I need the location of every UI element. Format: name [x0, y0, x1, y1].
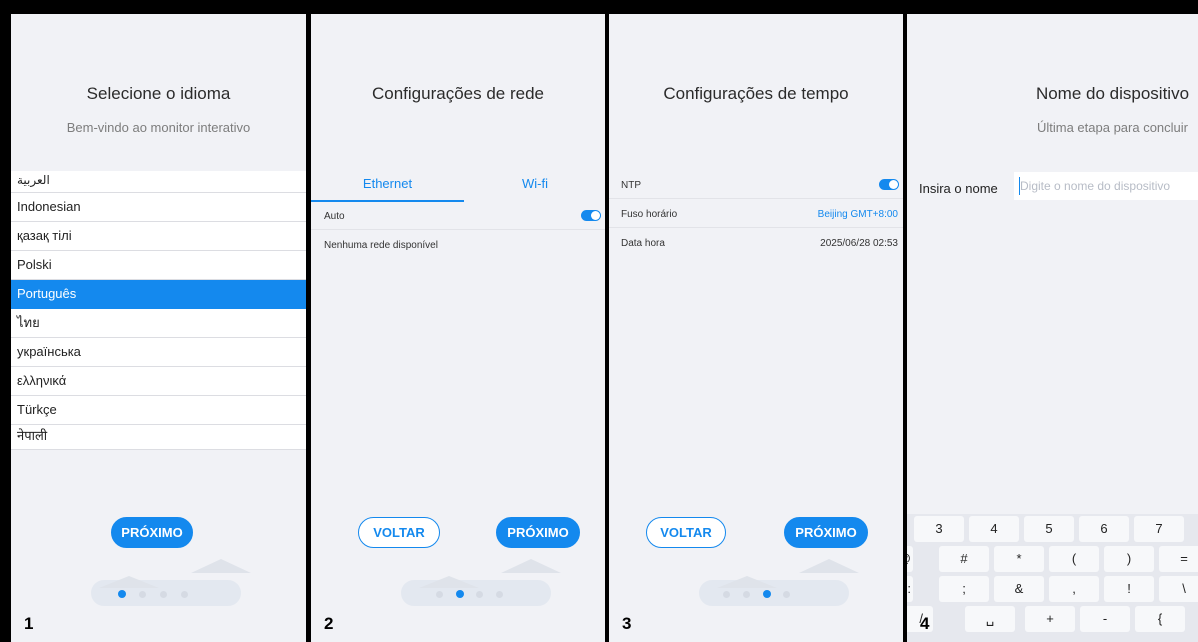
auto-row: Auto [311, 202, 605, 230]
step-dot [436, 591, 443, 598]
timezone-value[interactable]: Beijing GMT+8:00 [818, 209, 898, 220]
key[interactable]: 7 [1134, 516, 1184, 542]
key[interactable]: , [1049, 576, 1099, 602]
language-item-portuguese[interactable]: Português [11, 280, 306, 309]
language-item-indonesian[interactable]: Indonesian [11, 193, 306, 222]
key[interactable]: 6 [1079, 516, 1129, 542]
page-title: Nome do dispositivo [1035, 84, 1190, 103]
key[interactable]: 4 [969, 516, 1019, 542]
language-list: العربية Indonesian қазақ тілі Polski Por… [11, 171, 306, 450]
step-dot-active [118, 590, 126, 598]
device-name-panel: Nome do dispositivo Última etapa para co… [907, 14, 1198, 642]
mountain-decoration [99, 576, 159, 588]
language-item-arabic[interactable]: العربية [11, 171, 306, 193]
step-number: 4 [920, 614, 930, 633]
mountain-decoration [419, 576, 479, 588]
step-number: 1 [24, 614, 34, 633]
step-number: 3 [622, 614, 632, 633]
tab-ethernet[interactable]: Ethernet [311, 176, 464, 202]
timezone-label: Fuso horário [621, 209, 678, 220]
next-button[interactable]: PRÓXIMO [784, 517, 868, 548]
page-subtitle: Última etapa para concluir [1036, 120, 1189, 135]
language-item-thai[interactable]: ไทย [11, 309, 306, 338]
step-dot [723, 591, 730, 598]
language-panel: Selecione o idioma Bem-vindo ao monitor … [11, 14, 306, 642]
space-key[interactable]: ␣ [965, 606, 1015, 632]
page-title: Configurações de rede [371, 84, 544, 103]
step-dot-active [456, 590, 464, 598]
next-button[interactable]: PRÓXIMO [111, 517, 193, 548]
page-title: Configurações de tempo [663, 84, 849, 103]
key[interactable]: ! [1104, 576, 1154, 602]
key[interactable]: ; [939, 576, 989, 602]
key[interactable]: ) [1104, 546, 1154, 572]
step-dot [496, 591, 503, 598]
mountain-decoration [717, 576, 777, 588]
step-number: 2 [324, 614, 334, 633]
language-item-kazakh[interactable]: қазақ тілі [11, 222, 306, 251]
time-panel: Configurações de tempo NTP Fuso horário … [609, 14, 903, 642]
ntp-label: NTP [621, 180, 641, 191]
datetime-value: 2025/06/28 02:53 [820, 238, 898, 249]
page-subtitle: Bem-vindo ao monitor interativo [66, 120, 251, 135]
language-item-ukrainian[interactable]: українська [11, 338, 306, 367]
key[interactable]: + [1025, 606, 1075, 632]
name-label: Insira o nome [919, 181, 998, 196]
language-item-turkish[interactable]: Türkçe [11, 396, 306, 425]
on-screen-keyboard: 3 4 5 6 7 @ # * ( ) = : ; & , ! \ / ␣ + … [907, 514, 1198, 642]
auto-label: Auto [324, 211, 345, 222]
mountain-decoration [799, 559, 859, 573]
step-dot [139, 591, 146, 598]
ntp-toggle[interactable] [879, 179, 899, 190]
device-name-input[interactable] [1014, 172, 1198, 200]
key[interactable]: { [1135, 606, 1185, 632]
mountain-decoration [191, 559, 251, 573]
key[interactable]: * [994, 546, 1044, 572]
key[interactable]: - [1080, 606, 1130, 632]
language-item-greek[interactable]: ελληνικά [11, 367, 306, 396]
datetime-row: Data hora 2025/06/28 02:53 [609, 229, 903, 257]
step-dot [743, 591, 750, 598]
network-panel: Configurações de rede Ethernet Wi-fi Aut… [311, 14, 605, 642]
step-dot [783, 591, 790, 598]
next-button[interactable]: PRÓXIMO [496, 517, 580, 548]
language-item-nepali[interactable]: नेपाली [11, 425, 306, 450]
page-title: Selecione o idioma [86, 84, 231, 103]
back-button[interactable]: VOLTAR [358, 517, 440, 548]
step-dot-active [763, 590, 771, 598]
mountain-decoration [501, 559, 561, 573]
text-caret [1019, 177, 1020, 195]
network-tabs: Ethernet Wi-fi [311, 176, 605, 202]
key[interactable]: = [1159, 546, 1198, 572]
step-dot [476, 591, 483, 598]
no-network-text: Nenhuma rede disponível [324, 240, 438, 251]
key[interactable]: 3 [914, 516, 964, 542]
key[interactable]: & [994, 576, 1044, 602]
back-button[interactable]: VOLTAR [646, 517, 726, 548]
datetime-label: Data hora [621, 238, 665, 249]
key[interactable]: \ [1159, 576, 1198, 602]
key[interactable]: : [907, 576, 913, 602]
auto-toggle[interactable] [581, 210, 601, 221]
timezone-row[interactable]: Fuso horário Beijing GMT+8:00 [609, 200, 903, 228]
key[interactable]: @ [907, 546, 913, 572]
step-dot [181, 591, 188, 598]
step-dot [160, 591, 167, 598]
key[interactable]: 5 [1024, 516, 1074, 542]
tab-wifi[interactable]: Wi-fi [465, 176, 605, 202]
ntp-row: NTP [609, 171, 903, 199]
language-item-polish[interactable]: Polski [11, 251, 306, 280]
key[interactable]: ( [1049, 546, 1099, 572]
key[interactable]: # [939, 546, 989, 572]
